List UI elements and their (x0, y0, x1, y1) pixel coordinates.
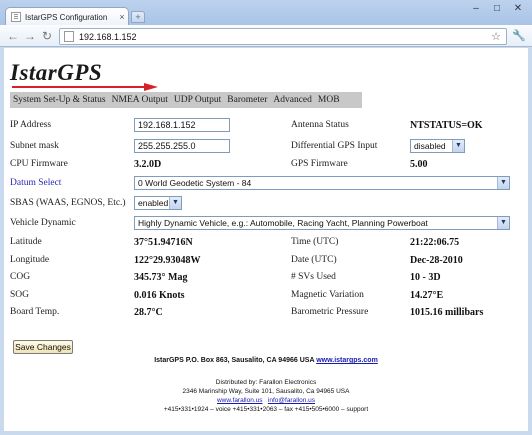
menu-item-mob[interactable]: MOB (315, 92, 343, 108)
date-utc-label: Date (UTC) (291, 255, 337, 265)
time-utc-label: Time (UTC) (291, 237, 339, 247)
cpu-firmware-value: 3.2.0D (134, 159, 162, 170)
magnetic-variation-label: Magnetic Variation (291, 290, 364, 300)
page-icon (64, 31, 74, 42)
antenna-status-label: Antenna Status (291, 120, 349, 130)
differential-gps-selected: disabled (414, 141, 446, 151)
menu-item-advanced[interactable]: Advanced (270, 92, 315, 108)
window-controls: – □ ✕ (466, 2, 528, 17)
longitude-value: 122°29.93048W (134, 255, 201, 266)
chevron-down-icon: ▼ (497, 217, 509, 229)
latitude-value: 37°51.94716N (134, 237, 193, 248)
sog-label: SOG (10, 290, 30, 300)
close-window-button[interactable]: ✕ (508, 2, 528, 17)
datum-select[interactable]: 0 World Geodetic System - 84 ▼ (134, 176, 510, 190)
datum-selected: 0 World Geodetic System - 84 (138, 178, 252, 188)
wrench-menu-icon[interactable]: 🔧 (511, 29, 527, 43)
sbas-selected: enabled (138, 198, 169, 208)
cog-label: COG (10, 272, 31, 282)
sbas-select[interactable]: enabled ▼ (134, 196, 182, 210)
minimize-button[interactable]: – (466, 2, 486, 17)
forward-arrow-icon[interactable]: → (23, 29, 37, 43)
reload-icon[interactable]: ↻ (40, 29, 54, 43)
chevron-down-icon: ▼ (169, 197, 181, 209)
svs-used-value: 10 - 3D (410, 272, 441, 283)
gps-firmware-value: 5.00 (410, 159, 428, 170)
ip-address-label: IP Address (10, 120, 52, 130)
vehicle-dynamic-selected: Highly Dynamic Vehicle, e.g.: Automobile… (138, 218, 428, 228)
tab-title: IstarGPS Configuration (25, 12, 108, 22)
new-tab-button[interactable]: + (131, 11, 145, 23)
bookmark-star-icon[interactable]: ☆ (491, 30, 501, 43)
magnetic-variation-value: 14.27°E (410, 290, 444, 301)
istargps-logo: IstarGPS (10, 60, 160, 91)
barometric-pressure-value: 1015.16 millibars (410, 307, 484, 318)
chevron-down-icon: ▼ (452, 140, 464, 152)
page-favicon-icon (11, 12, 21, 22)
latitude-label: Latitude (10, 237, 42, 247)
antenna-status-value: NTSTATUS=OK (410, 120, 483, 131)
browser-toolbar: ← → ↻ 192.168.1.152 ☆ 🔧 (0, 25, 532, 47)
longitude-label: Longitude (10, 255, 50, 265)
farallon-site-link[interactable]: www.farallon.us (217, 397, 263, 404)
subnet-mask-label: Subnet mask (10, 141, 59, 151)
subnet-mask-input[interactable]: 255.255.255.0 (134, 139, 230, 153)
tab-close-icon[interactable]: × (116, 12, 128, 22)
board-temp-value: 28.7°C (134, 307, 163, 318)
ip-address-input[interactable]: 192.168.1.152 (134, 118, 230, 132)
main-menu: System Set-Up & Status NMEA Output UDP O… (10, 92, 362, 108)
address-bar[interactable]: 192.168.1.152 ☆ (59, 28, 507, 45)
svs-used-label: # SVs Used (291, 272, 336, 282)
save-changes-button[interactable]: Save Changes (13, 340, 73, 354)
vehicle-dynamic-label: Vehicle Dynamic (10, 218, 76, 228)
cpu-firmware-label: CPU Firmware (10, 159, 68, 169)
board-temp-label: Board Temp. (10, 307, 60, 317)
vehicle-dynamic-select[interactable]: Highly Dynamic Vehicle, e.g.: Automobile… (134, 216, 510, 230)
time-utc-value: 21:22:06.75 (410, 237, 460, 248)
footer-address-text: IstarGPS P.O. Box 863, Sausalito, CA 949… (154, 357, 315, 364)
chevron-down-icon: ▼ (497, 177, 509, 189)
address-url[interactable]: 192.168.1.152 (79, 32, 491, 42)
gps-firmware-label: GPS Firmware (291, 159, 348, 169)
footer-address: IstarGPS P.O. Box 863, Sausalito, CA 949… (4, 357, 528, 364)
browser-titlebar: IstarGPS Configuration × + – □ ✕ (0, 0, 532, 26)
browser-tab[interactable]: IstarGPS Configuration × (5, 7, 129, 26)
page-viewport: IstarGPS System Set-Up & Status NMEA Out… (4, 48, 528, 431)
barometric-pressure-label: Barometric Pressure (291, 307, 369, 317)
sbas-label: SBAS (WAAS, EGNOS, Etc.) (10, 198, 126, 208)
differential-gps-label: Differential GPS Input (291, 141, 378, 151)
differential-gps-select[interactable]: disabled ▼ (410, 139, 465, 153)
menu-item-system-setup[interactable]: System Set-Up & Status (10, 92, 109, 108)
logo-arrow-icon (12, 83, 158, 91)
cog-value: 345.73° Mag (134, 272, 188, 283)
istargps-site-link[interactable]: www.istargps.com (316, 357, 378, 364)
maximize-button[interactable]: □ (487, 2, 507, 17)
footer-distributor: Distributed by: Farallon Electronics (215, 379, 317, 386)
menu-item-barometer[interactable]: Barometer (224, 92, 270, 108)
date-utc-value: Dec-28-2010 (410, 255, 463, 266)
menu-item-udp-output[interactable]: UDP Output (171, 92, 224, 108)
footer-links: www.farallon.us info@farallon.us (4, 397, 528, 404)
back-arrow-icon[interactable]: ← (6, 29, 20, 43)
sog-value: 0.016 Knots (134, 290, 185, 301)
menu-item-nmea-output[interactable]: NMEA Output (109, 92, 171, 108)
datum-select-link[interactable]: Datum Select (10, 178, 61, 188)
farallon-email-link[interactable]: info@farallon.us (268, 397, 315, 404)
footer-distributor-address: 2346 Marinship Way, Suite 101, Sausalito… (182, 388, 350, 395)
footer-phones: +415•331•1924 – voice +415•331•2063 – fa… (163, 406, 369, 413)
